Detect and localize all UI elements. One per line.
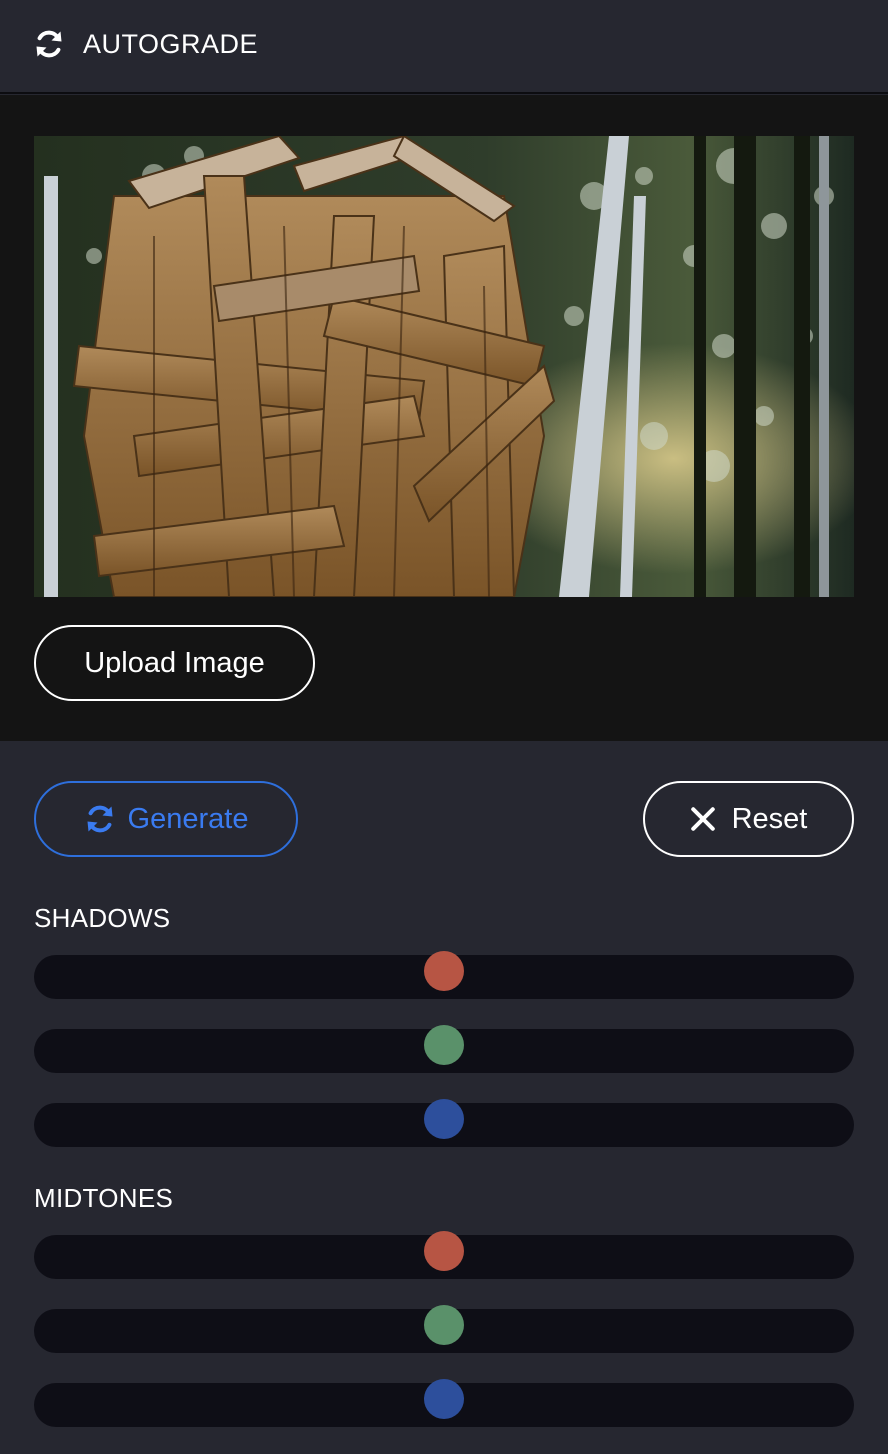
shadows-blue-slider[interactable] [34, 1099, 854, 1147]
close-icon [690, 807, 715, 831]
slider-knob[interactable] [424, 1305, 464, 1345]
slider-knob[interactable] [424, 1379, 464, 1419]
shadows-green-slider[interactable] [34, 1025, 854, 1073]
grading-controls: Generate Reset SHADOWS MIDTONES [0, 741, 888, 1454]
shadows-red-slider[interactable] [34, 951, 854, 999]
slider-knob[interactable] [424, 1231, 464, 1271]
generate-button[interactable]: Generate [34, 781, 298, 857]
image-panel: Upload Image [0, 95, 888, 741]
refresh-icon [36, 30, 62, 58]
reset-label: Reset [731, 802, 808, 835]
upload-image-button[interactable]: Upload Image [34, 625, 315, 701]
preview-image [34, 136, 854, 597]
shadows-section-label: SHADOWS [34, 903, 171, 933]
midtones-blue-slider[interactable] [34, 1379, 854, 1427]
midtones-green-slider[interactable] [34, 1305, 854, 1353]
slider-knob[interactable] [424, 1099, 464, 1139]
generate-label: Generate [127, 802, 249, 835]
upload-image-label: Upload Image [84, 646, 265, 679]
app-header: AUTOGRADE [0, 0, 888, 94]
refresh-icon [87, 805, 113, 833]
reset-button[interactable]: Reset [643, 781, 854, 857]
slider-knob[interactable] [424, 951, 464, 991]
slider-knob[interactable] [424, 1025, 464, 1065]
midtones-section-label: MIDTONES [34, 1183, 174, 1213]
midtones-red-slider[interactable] [34, 1231, 854, 1279]
app-title: AUTOGRADE [83, 29, 259, 59]
